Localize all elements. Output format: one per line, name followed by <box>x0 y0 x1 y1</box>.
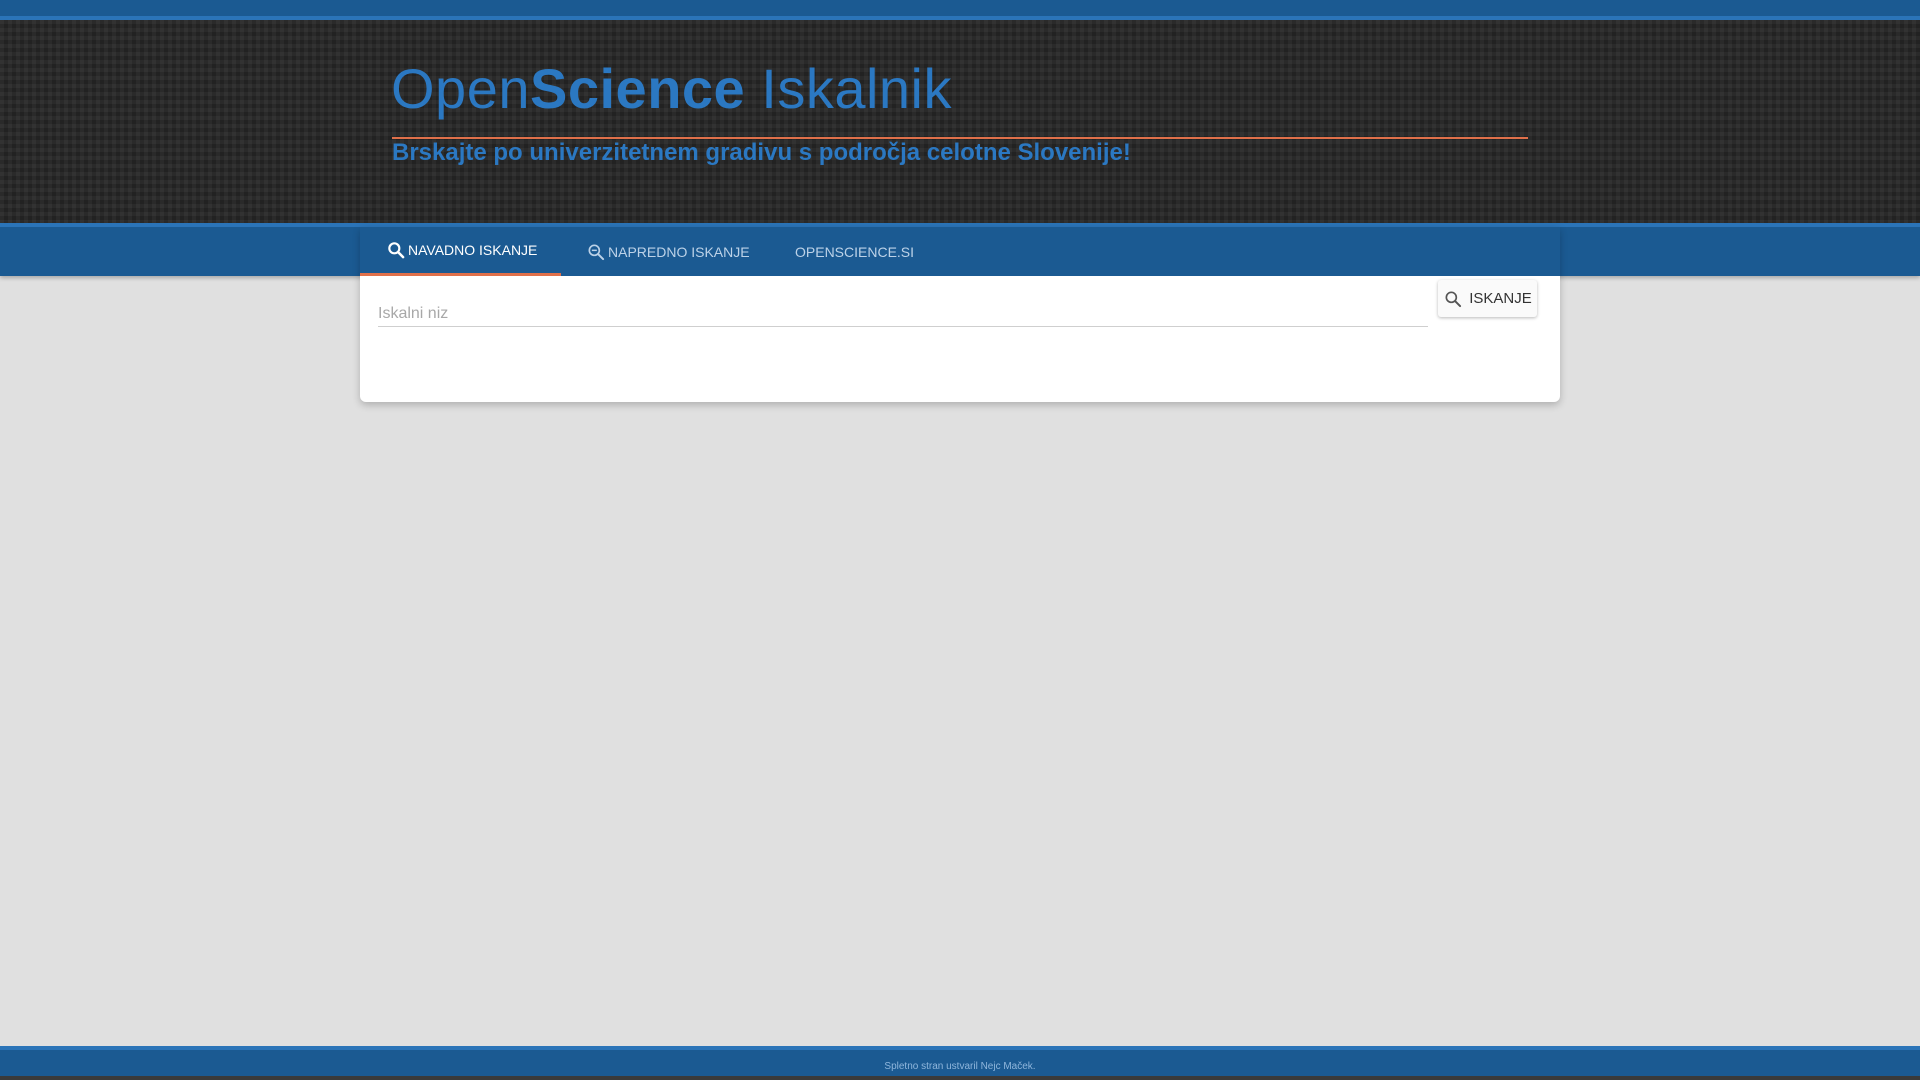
tab-advanced-search-label: NAPREDNO ISKANJE <box>608 243 750 260</box>
search-icon <box>388 242 405 259</box>
page-footer: Spletno stran ustvaril Nejc Maček. <box>0 1046 1920 1080</box>
search-input[interactable] <box>378 302 1428 327</box>
site-header: OpenScience Iskalnik Brskajte po univerz… <box>0 20 1920 223</box>
site-title-bold: Science <box>530 57 746 120</box>
search-button-label: ISKANJE <box>1469 290 1532 307</box>
top-bar <box>0 0 1920 20</box>
site-title: OpenScience Iskalnik <box>391 56 952 121</box>
footer-credit: Spletno stran ustvaril Nejc Maček. <box>884 1061 1036 1072</box>
search-button[interactable]: ISKANJE <box>1438 280 1537 317</box>
site-subtitle: Brskajte po univerzitetnem gradivu s pod… <box>392 139 1131 166</box>
search-icon <box>1445 291 1462 307</box>
tab-openscience-link[interactable]: OPENSCIENCE.SI <box>795 227 925 276</box>
search-card: NAVADNO ISKANJE NAPREDNO ISKANJE OPENSCI… <box>360 227 1560 402</box>
site-title-suffix: Iskalnik <box>745 57 952 120</box>
search-advanced-icon <box>588 244 605 260</box>
tab-bar: NAVADNO ISKANJE NAPREDNO ISKANJE OPENSCI… <box>360 227 1560 276</box>
tab-basic-search-label: NAVADNO ISKANJE <box>408 242 538 258</box>
site-title-prefix: Open <box>391 57 530 120</box>
tab-basic-search[interactable]: NAVADNO ISKANJE <box>360 227 561 276</box>
tab-advanced-search[interactable]: NAPREDNO ISKANJE <box>586 227 766 276</box>
tab-openscience-label: OPENSCIENCE.SI <box>795 243 915 260</box>
